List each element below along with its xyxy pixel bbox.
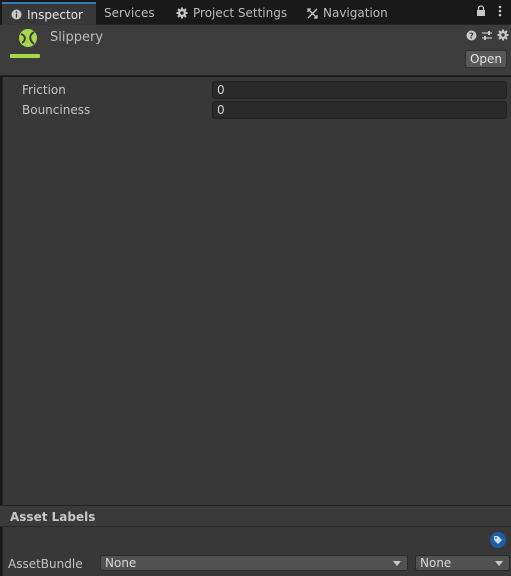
kebab-menu-icon[interactable] [495,4,505,18]
friction-field[interactable]: 0 [212,81,507,99]
tab-label: Project Settings [193,6,288,20]
asset-bundle-dropdown[interactable]: None [100,555,408,571]
svg-text:?: ? [469,31,474,40]
asset-title: Slippery [50,30,104,45]
chevron-down-icon [393,560,401,566]
asset-labels-panel: AssetBundle None None [2,527,511,576]
presets-icon[interactable] [481,29,493,41]
tab-label: Navigation [323,6,388,20]
lock-icon[interactable] [476,4,486,18]
tab-bar: Inspector Services Project Settings Navi… [0,0,511,25]
tab-label: Services [104,6,155,20]
asset-bundle-label: AssetBundle [8,557,83,571]
info-icon [10,9,22,21]
bounciness-label: Bounciness [22,103,91,117]
tab-inspector[interactable]: Inspector [2,2,96,25]
tab-navigation[interactable]: Navigation [298,2,396,24]
open-button[interactable]: Open [465,50,507,68]
settings-icon[interactable] [497,29,509,41]
navigation-icon [306,7,318,19]
property-row-bounciness: Bounciness 0 [3,100,511,120]
physics-material-icon [18,28,38,48]
properties-panel: Friction 0 Bounciness 0 [2,77,511,505]
asset-bundle-variant-dropdown[interactable]: None [415,555,510,571]
tab-project-settings[interactable]: Project Settings [168,2,295,24]
chevron-down-icon [495,560,503,566]
asset-labels-header[interactable]: Asset Labels [0,505,511,527]
asset-bundle-value: None [105,556,137,570]
tab-label: Inspector [27,7,83,22]
asset-bundle-variant-value: None [420,556,452,570]
help-icon[interactable]: ? [465,29,477,41]
asset-labels-title: Asset Labels [10,510,96,524]
inspector-header: Slippery ? Open [0,25,511,76]
gear-icon [176,7,188,19]
property-row-friction: Friction 0 [3,80,511,100]
tag-icon[interactable] [490,532,506,548]
friction-label: Friction [22,83,66,97]
asset-accent-bar [10,54,40,58]
bounciness-field[interactable]: 0 [212,101,507,119]
tab-services[interactable]: Services [96,2,163,24]
